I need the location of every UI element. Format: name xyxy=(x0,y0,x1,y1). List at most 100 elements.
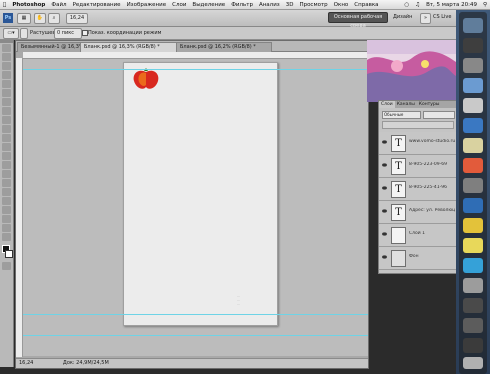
dock-app-icon[interactable] xyxy=(463,78,483,93)
dodge-tool-icon[interactable] xyxy=(2,161,11,169)
zoom-tool-button[interactable]: ⌕ xyxy=(48,13,60,24)
gradient-tool-icon[interactable] xyxy=(2,143,11,151)
lock-controls[interactable] xyxy=(382,121,454,129)
quick-select-tool-icon[interactable] xyxy=(2,71,11,79)
3d-orbit-tool-icon[interactable] xyxy=(2,215,11,223)
lasso-tool-icon[interactable] xyxy=(2,62,11,70)
clock[interactable]: Вт, 5 марта 20:49 xyxy=(423,2,480,8)
layer-row[interactable]: Фон xyxy=(379,247,456,270)
quick-mask-icon[interactable] xyxy=(2,262,11,270)
dock-app-icon[interactable] xyxy=(463,158,483,173)
menu-select[interactable]: Выделение xyxy=(189,2,228,8)
layer-name[interactable]: Фон xyxy=(409,254,455,259)
canvas-area[interactable]: ... ... ... xyxy=(23,59,368,356)
dock-app-icon[interactable] xyxy=(463,18,483,33)
shape-tool-icon[interactable] xyxy=(2,197,11,205)
dock-app-icon[interactable] xyxy=(463,138,483,153)
history-brush-tool-icon[interactable] xyxy=(2,125,11,133)
menu-analysis[interactable]: Анализ xyxy=(256,2,283,8)
menu-3d[interactable]: 3D xyxy=(283,2,297,8)
path-select-tool-icon[interactable] xyxy=(2,188,11,196)
dock-app-icon[interactable] xyxy=(463,258,483,273)
dock-app-icon[interactable] xyxy=(463,198,483,213)
spotlight-icon[interactable]: ⚲ xyxy=(480,2,490,8)
healing-tool-icon[interactable] xyxy=(2,98,11,106)
tool-preset-picker[interactable]: ▭▾ xyxy=(3,28,19,39)
cs-live-label[interactable]: CS Live xyxy=(433,14,451,20)
type-tool-icon[interactable] xyxy=(2,179,11,187)
layer-name[interactable]: Адрес: ул. Революционная xyxy=(409,208,455,213)
dock-app-icon[interactable] xyxy=(463,238,483,253)
eye-icon[interactable] xyxy=(382,255,387,259)
layer-row[interactable]: T 8-905-223-09-69 xyxy=(379,155,456,178)
eyedropper-tool-icon[interactable] xyxy=(2,89,11,97)
feather-input[interactable]: 0 пикс xyxy=(54,28,82,39)
tab-channels[interactable]: Каналы xyxy=(395,101,417,108)
apple-icon[interactable]:  xyxy=(0,2,9,8)
document-tab-untitled[interactable]: Безымянный-1 @ 16,3% (RGB/8) xyxy=(17,42,83,52)
layer-row[interactable]: T www.vomo-studio.ru xyxy=(379,132,456,155)
workspace-button[interactable]: Основная рабочая среда xyxy=(328,12,388,29)
status-zoom[interactable]: 16,24 xyxy=(19,360,33,366)
guide-line[interactable] xyxy=(23,69,368,70)
guide-line[interactable] xyxy=(23,335,368,336)
layout-button[interactable]: ▦ xyxy=(17,13,31,24)
dock-app-icon[interactable] xyxy=(463,38,483,53)
zoom-tool-icon[interactable] xyxy=(2,233,11,241)
tools-panel-grip[interactable] xyxy=(0,40,13,43)
document-tab-blank-active[interactable]: Бланк.psd @ 16,3% (RGB/8) * xyxy=(80,42,178,52)
layer-row[interactable]: T 8-905-225-41-96 xyxy=(379,178,456,201)
layer-row[interactable]: Слой 1 xyxy=(379,224,456,247)
layer-name[interactable]: www.vomo-studio.ru xyxy=(409,139,455,144)
blend-mode-dropdown[interactable]: Обычные xyxy=(382,111,421,119)
tab-layers[interactable]: Слои xyxy=(379,101,395,108)
document-tab-blank-2[interactable]: Бланк.psd @ 16,2% (RGB/8) * xyxy=(176,42,272,52)
vertical-ruler[interactable] xyxy=(16,58,23,357)
status-doc-size[interactable]: Док: 24,9M/24,5M xyxy=(63,360,109,366)
layer-name[interactable]: 8-905-223-09-69 xyxy=(409,162,455,167)
volume-icon[interactable]: ♫ xyxy=(412,2,423,8)
eye-icon[interactable] xyxy=(382,232,387,236)
stamp-tool-icon[interactable] xyxy=(2,116,11,124)
eye-icon[interactable] xyxy=(382,140,387,144)
pen-tool-icon[interactable] xyxy=(2,170,11,178)
blur-tool-icon[interactable] xyxy=(2,152,11,160)
menu-file[interactable]: Файл xyxy=(48,2,69,8)
dock-app-icon[interactable] xyxy=(463,178,483,193)
marquee-tool-icon[interactable] xyxy=(2,53,11,61)
document-page[interactable]: ... ... ... xyxy=(123,62,278,326)
layer-name[interactable]: Слой 1 xyxy=(409,231,455,236)
menu-edit[interactable]: Редактирование xyxy=(70,2,124,8)
eye-icon[interactable] xyxy=(382,163,387,167)
hand-tool-icon[interactable] xyxy=(2,224,11,232)
design-label[interactable]: Дизайн xyxy=(393,14,412,20)
move-tool-icon[interactable] xyxy=(2,44,11,52)
opacity-field[interactable] xyxy=(423,111,455,119)
dock-app-icon[interactable] xyxy=(463,338,483,353)
dock-app-icon[interactable] xyxy=(463,98,483,113)
menu-view[interactable]: Просмотр xyxy=(296,2,330,8)
layer-row[interactable]: T Адрес: ул. Революционная xyxy=(379,201,456,224)
menu-window[interactable]: Окно xyxy=(331,2,352,8)
dock-app-icon[interactable] xyxy=(463,118,483,133)
menu-layers[interactable]: Слои xyxy=(169,2,189,8)
hand-tool-button[interactable]: ✋ xyxy=(34,13,46,24)
tab-paths[interactable]: Контуры xyxy=(417,101,442,108)
dock-app-icon[interactable] xyxy=(463,218,483,233)
layer-name[interactable]: 8-905-225-41-96 xyxy=(409,185,455,190)
eraser-tool-icon[interactable] xyxy=(2,134,11,142)
guide-line[interactable] xyxy=(23,314,368,315)
dock-app-icon[interactable] xyxy=(463,58,483,73)
crop-tool-icon[interactable] xyxy=(2,80,11,88)
background-color-swatch[interactable] xyxy=(5,250,13,258)
wifi-icon[interactable]: ○ xyxy=(401,2,412,8)
horizontal-ruler[interactable] xyxy=(23,52,368,59)
menu-photoshop[interactable]: Photoshop xyxy=(9,2,48,8)
eye-icon[interactable] xyxy=(382,209,387,213)
selection-mode-new[interactable] xyxy=(20,28,28,39)
trash-icon[interactable] xyxy=(463,357,483,369)
eye-icon[interactable] xyxy=(382,186,387,190)
3d-rotate-tool-icon[interactable] xyxy=(2,206,11,214)
menu-help[interactable]: Справка xyxy=(351,2,381,8)
menu-filter[interactable]: Фильтр xyxy=(228,2,256,8)
